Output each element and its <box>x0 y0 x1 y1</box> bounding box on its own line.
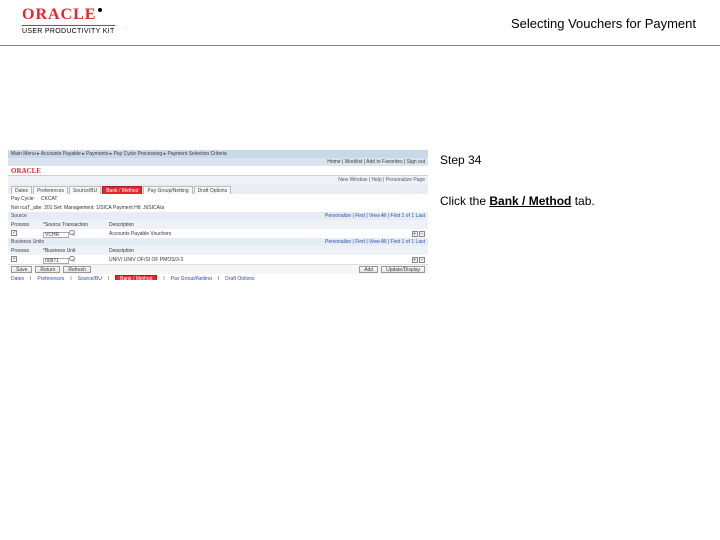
col-description-2: Description <box>109 248 134 254</box>
footer-tab-bank-method[interactable]: Bank / Method <box>115 275 157 280</box>
paycycle-label: Pay Cycle: <box>11 196 35 202</box>
main-tab-row: Dates Preferences Source/BU Bank / Metho… <box>8 184 428 194</box>
return-button[interactable]: Return <box>35 266 60 273</box>
grid-source-row: VCHR Accounts Payable Vouchers + − <box>8 229 428 238</box>
instr-target: Bank / Method <box>489 194 571 208</box>
footer-tab-preferences[interactable]: Preferences <box>37 276 64 281</box>
grid-bu-toolbar[interactable]: Personalize | Find | View All | First 1 … <box>325 238 428 246</box>
app-screenshot-thumbnail: Main Menu ▸ Accounts Payable ▸ Payments … <box>8 150 428 280</box>
grid-source-toolbar[interactable]: Personalize | Find | View All | First 1 … <box>325 212 428 220</box>
step-label: Step 34 <box>440 152 690 169</box>
footer-tab-draft-options[interactable]: Draft Options <box>225 276 254 281</box>
tab-draft-options[interactable]: Draft Options <box>194 186 231 194</box>
oracle-app-logo: ORACLE <box>11 167 41 175</box>
lookup-icon[interactable] <box>69 256 75 262</box>
save-button[interactable]: Save <box>11 266 32 273</box>
upk-subtitle: USER PRODUCTIVITY KIT <box>22 25 115 35</box>
app-brand-bar: ORACLE <box>8 166 428 176</box>
grid-source-header: Source Personalize | Find | View All | F… <box>8 212 428 220</box>
grid-bu-title: Business Units <box>11 238 44 246</box>
instr-suffix: tab. <box>571 194 594 208</box>
delete-row-icon[interactable]: − <box>419 231 425 237</box>
oracle-wordmark: ORACLE <box>22 6 115 24</box>
form-meta-row: Not rcaT_abe: 201 Set: Management: 1/SIC… <box>8 203 428 212</box>
breadcrumb-bar: Main Menu ▸ Accounts Payable ▸ Payments … <box>8 150 428 158</box>
footer-tab-pay-group[interactable]: Pay Group/Netting <box>171 276 212 281</box>
col-description: Description <box>109 222 134 228</box>
breadcrumb: Main Menu ▸ Accounts Payable ▸ Payments … <box>11 151 227 157</box>
oracle-logo: ORACLE USER PRODUCTIVITY KIT <box>22 6 115 35</box>
footer-tab-source-bu[interactable]: Source/BU <box>78 276 102 281</box>
col-process-2: Process <box>11 248 37 254</box>
tab-bank-method[interactable]: Bank / Method <box>102 186 142 194</box>
grid-source-title: Source <box>11 212 27 220</box>
footer-tab-dates[interactable]: Dates <box>11 276 24 281</box>
top-links: Home | Worklist | Add to Favorites | Sig… <box>327 159 425 165</box>
source-trans-input[interactable]: VCHR <box>43 232 69 238</box>
add-button[interactable]: Add <box>359 266 378 273</box>
col-process: Process <box>11 222 37 228</box>
instr-prefix: Click the <box>440 194 489 208</box>
process-checkbox[interactable] <box>11 230 17 236</box>
col-source-trans: *Source Transaction <box>43 222 103 228</box>
page-title: Selecting Vouchers for Payment <box>511 16 696 31</box>
content-area: Main Menu ▸ Accounts Payable ▸ Payments … <box>0 46 720 88</box>
add-row-icon[interactable]: + <box>412 231 418 237</box>
paycycle-row: Pay Cycle: CKCAT <box>8 194 428 203</box>
action-button-row: Save Return Refresh Add Update/Display <box>8 264 428 274</box>
bu-input[interactable]: 00871 <box>43 258 69 264</box>
grid-bu-header: Business Units Personalize | Find | View… <box>8 238 428 246</box>
update-display-button[interactable]: Update/Display <box>381 266 425 273</box>
grid-bu-row: 00871 UNIV/ UNIV OF/SI OF PMOS/3-3 + − <box>8 255 428 264</box>
lookup-icon[interactable] <box>69 230 75 236</box>
tab-dates[interactable]: Dates <box>11 186 32 194</box>
instruction-panel: Step 34 Click the Bank / Method tab. <box>440 152 690 211</box>
bu-desc: UNIV/ UNIV OF/SI OF PMOS/3-3 <box>109 257 183 263</box>
top-links-bar: Home | Worklist | Add to Favorites | Sig… <box>8 158 428 166</box>
footer-tab-links: Dates| Preferences| Source/BU| Bank / Me… <box>8 274 428 280</box>
tab-source-bu[interactable]: Source/BU <box>69 186 101 194</box>
delete-row-icon[interactable]: − <box>419 257 425 263</box>
tab-pay-group-netting[interactable]: Pay Group/Netting <box>143 186 192 194</box>
col-business-unit: *Business Unit <box>43 248 103 254</box>
instruction-text: Click the Bank / Method tab. <box>440 193 690 210</box>
tab-preferences[interactable]: Preferences <box>33 186 68 194</box>
process-checkbox-2[interactable] <box>11 256 17 262</box>
grid-source-columns: Process *Source Transaction Description <box>8 220 428 229</box>
grid-bu-columns: Process *Business Unit Description <box>8 246 428 255</box>
refresh-button[interactable]: Refresh <box>63 266 91 273</box>
source-desc: Accounts Payable Vouchers <box>109 231 171 237</box>
page-header: ORACLE USER PRODUCTIVITY KIT Selecting V… <box>0 0 720 46</box>
page-utility-links: New Window | Help | Personalize Page <box>8 176 428 184</box>
add-row-icon[interactable]: + <box>412 257 418 263</box>
paycycle-value: CKCAT <box>41 196 58 202</box>
